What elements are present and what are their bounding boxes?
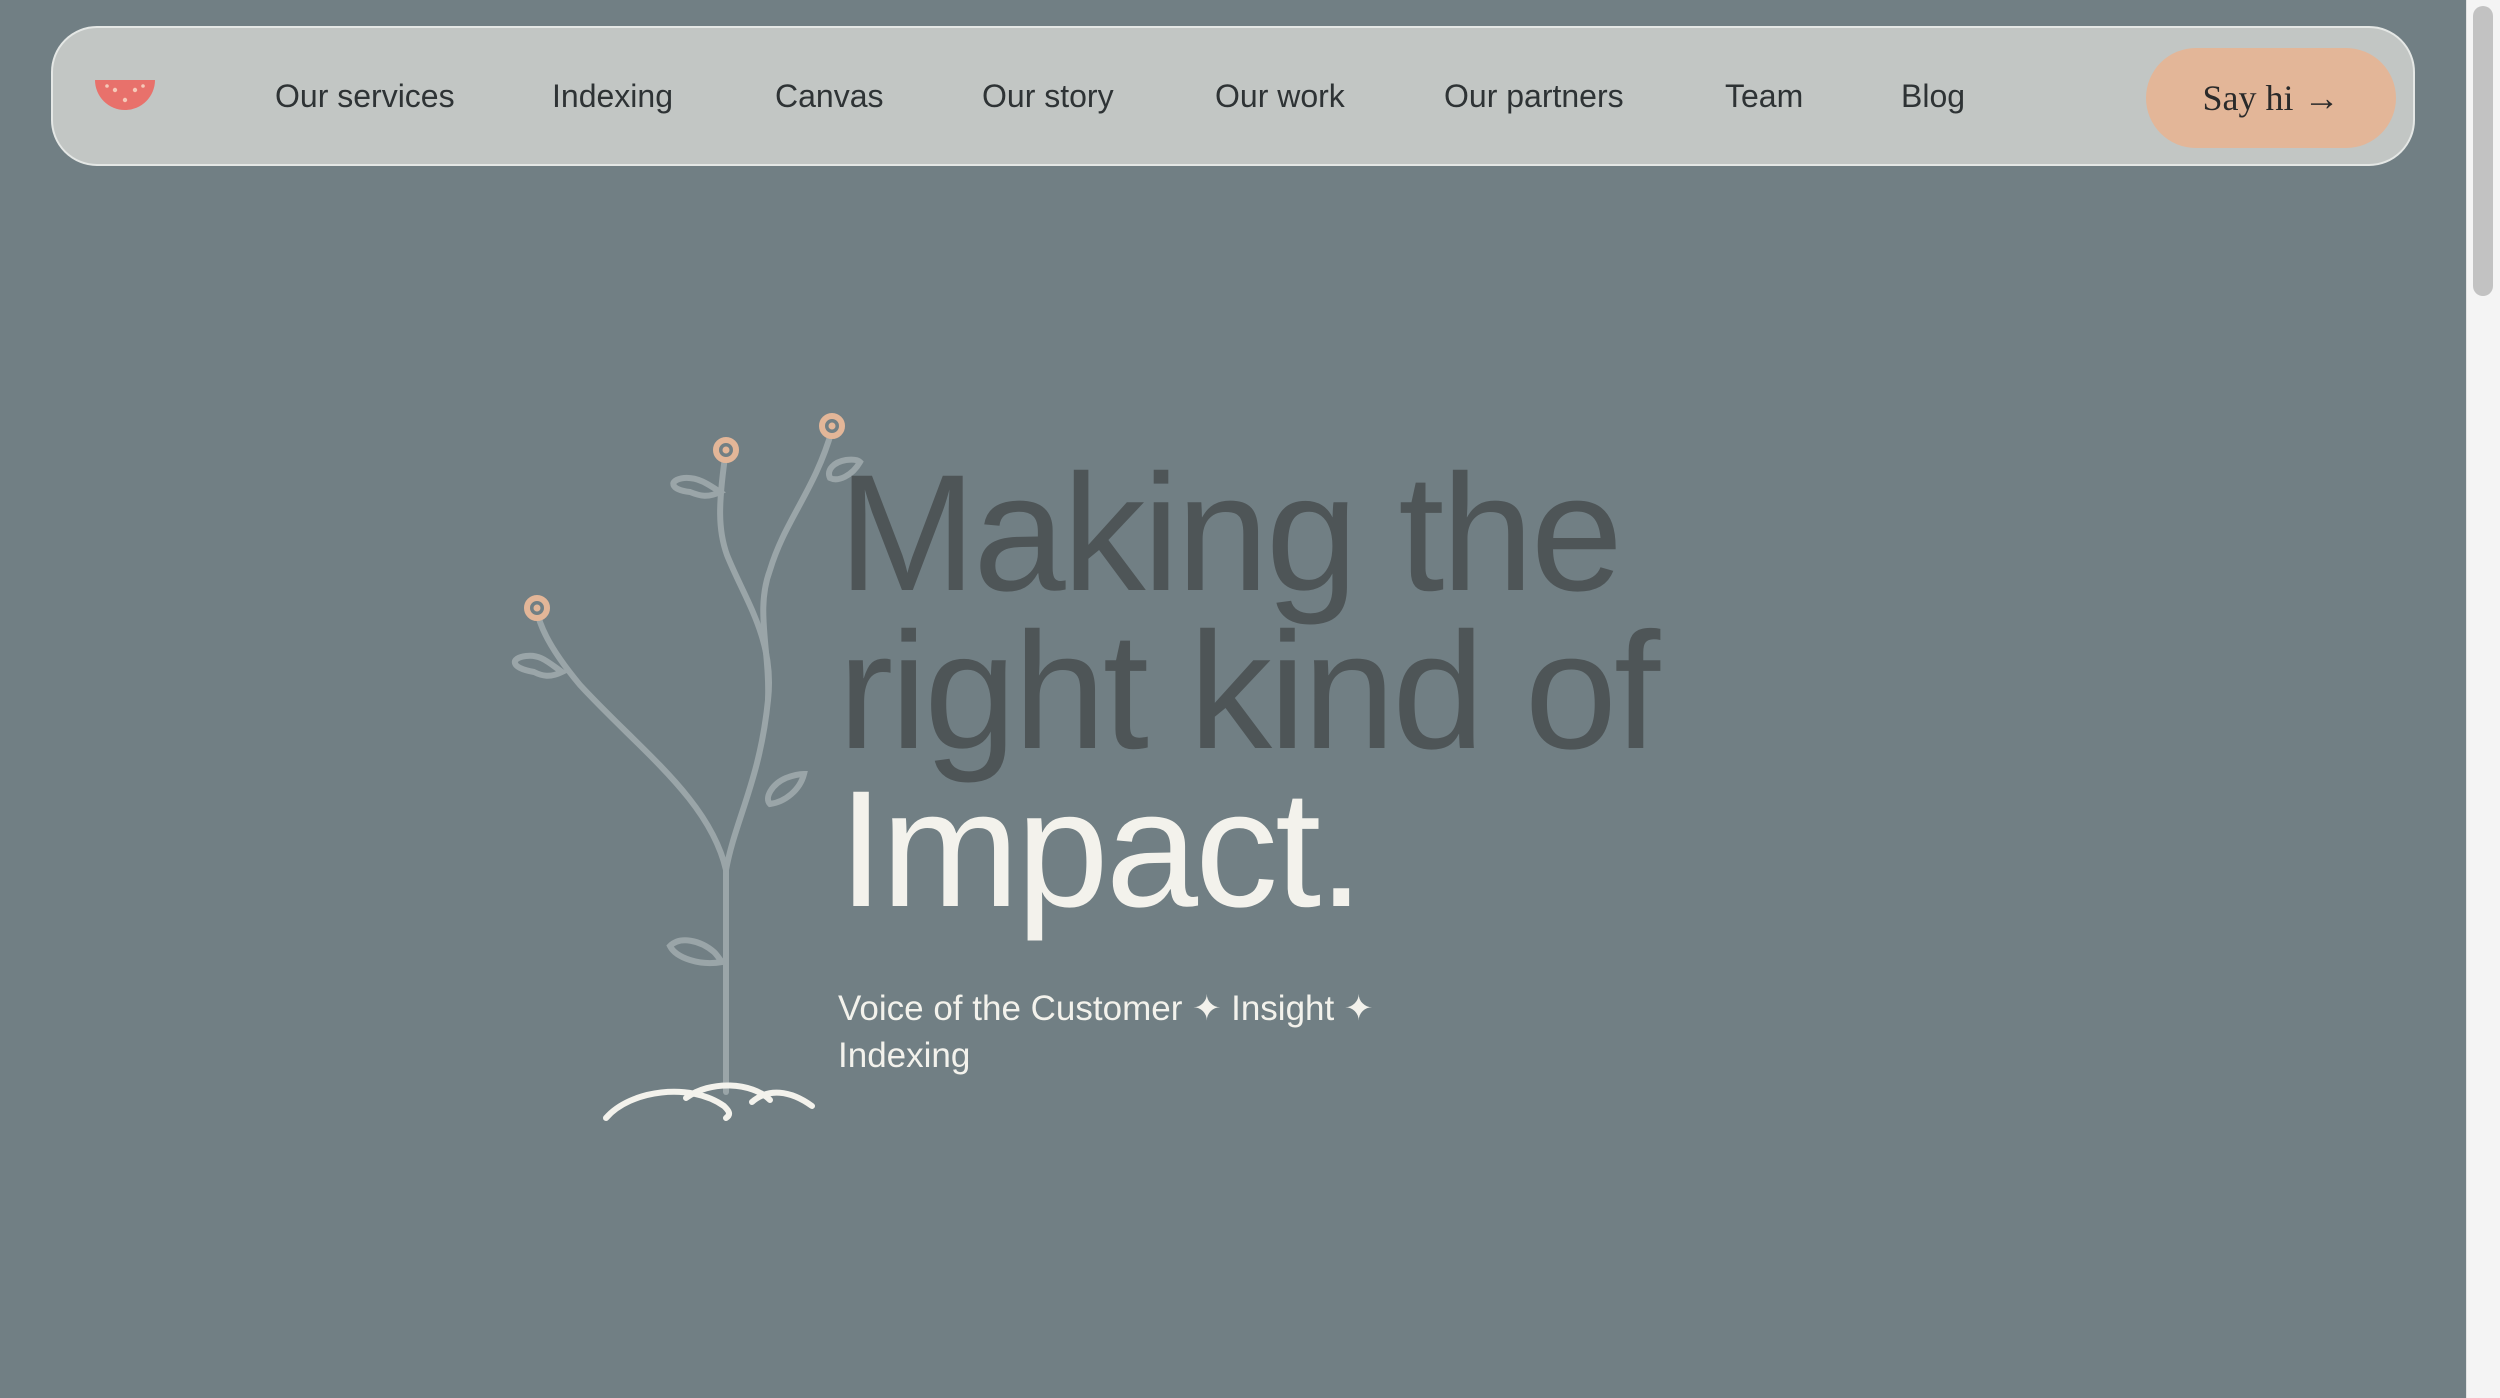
- say-hi-button[interactable]: Say hi →: [2146, 48, 2396, 148]
- arrow-right-icon: →: [2303, 78, 2340, 118]
- nav-link-our-partners[interactable]: Our partners: [1444, 28, 1624, 164]
- plant-sprout-icon: [512, 413, 864, 1121]
- nav-link-our-story[interactable]: Our story: [982, 28, 1114, 164]
- nav-link-canvas[interactable]: Canvas: [775, 28, 884, 164]
- nav-link-indexing[interactable]: Indexing: [552, 28, 673, 164]
- nav-link-blog[interactable]: Blog: [1901, 28, 1965, 164]
- page: Our services Indexing Canvas Our story O…: [0, 0, 2500, 1398]
- watermelon-logo-icon[interactable]: [93, 76, 157, 116]
- nav-link-our-work[interactable]: Our work: [1215, 28, 1345, 164]
- nav-link-our-services[interactable]: Our services: [275, 28, 455, 164]
- hero-headline: Making the right kind of Impact.: [838, 441, 1660, 942]
- hero-tagline: Voice of the Customer ✦ Insight ✦ Indexi…: [838, 989, 1374, 1075]
- headline-line-1: Making the: [838, 441, 1623, 626]
- say-hi-label: Say hi: [2202, 78, 2294, 118]
- top-navbar: Our services Indexing Canvas Our story O…: [51, 26, 2415, 166]
- headline-line-2: right kind of: [838, 599, 1660, 784]
- nav-link-team[interactable]: Team: [1725, 28, 1803, 164]
- headline-line-3: Impact.: [838, 757, 1364, 942]
- scrollbar-thumb[interactable]: [2473, 6, 2493, 296]
